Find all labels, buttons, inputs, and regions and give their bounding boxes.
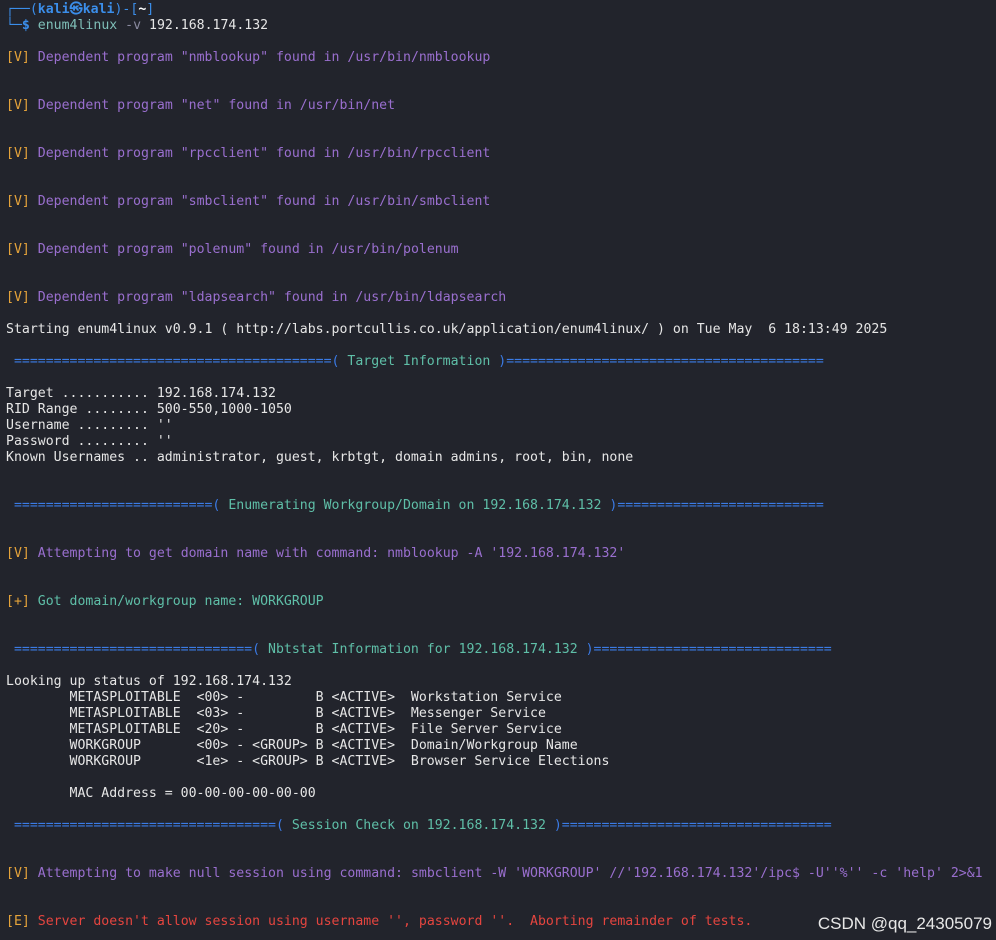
target-info-line: Target ........... 192.168.174.132 — [6, 386, 276, 401]
starting-line: Starting enum4linux v0.9.1 ( http://labs… — [6, 322, 888, 337]
error-line: [E] Server doesn't allow session using u… — [6, 914, 752, 930]
nbtstat-line: METASPLOITABLE <00> - B <ACTIVE> Worksta… — [6, 690, 562, 705]
target-info-line: RID Range ........ 500-550,1000-1050 — [6, 402, 292, 417]
section-header-workgroup: =========================( Enumerating W… — [6, 498, 824, 514]
verbose-text: Attempting to make null session using co… — [37, 866, 983, 881]
command-flag: -v — [125, 18, 142, 33]
prompt-corner-bottom: └─ — [6, 18, 22, 33]
section-bar-right: )=======================================… — [490, 354, 824, 369]
verbose-tag: [V] — [6, 194, 30, 209]
verbose-line: [V] Attempting to make null session usin… — [6, 866, 983, 882]
section-header-session: =================================( Sessi… — [6, 818, 832, 834]
section-header-target: ========================================… — [6, 354, 824, 370]
target-info-line: Known Usernames .. administrator, guest,… — [6, 450, 634, 465]
verbose-tag: [V] — [6, 290, 30, 305]
verbose-text: Dependent program "polenum" found in /us… — [37, 242, 459, 257]
prompt-host: kali — [82, 2, 115, 17]
skull-icon: ㉿ — [69, 2, 83, 17]
prompt-dollar: $ — [21, 18, 30, 33]
verbose-text: Dependent program "smbclient" found in /… — [37, 194, 491, 209]
prompt-user: kali — [37, 2, 70, 17]
verbose-tag: [V] — [6, 146, 30, 161]
dependent-line: [V] Dependent program "ldapsearch" found… — [6, 290, 506, 306]
nbtstat-line: Looking up status of 192.168.174.132 — [6, 674, 292, 689]
watermark: CSDN @qq_24305079 — [817, 914, 992, 933]
prompt-corner-top: ┌──( — [6, 2, 38, 17]
dependent-line: [V] Dependent program "net" found in /us… — [6, 98, 395, 114]
verbose-line: [V] Attempting to get domain name with c… — [6, 546, 625, 562]
verbose-tag: [V] — [6, 50, 30, 65]
verbose-text: Dependent program "rpcclient" found in /… — [37, 146, 491, 161]
section-title: Enumerating Workgroup/Domain on 192.168.… — [228, 498, 602, 513]
command-argument: 192.168.174.132 — [149, 18, 269, 33]
verbose-text: Dependent program "ldapsearch" found in … — [37, 290, 507, 305]
dependent-line: [V] Dependent program "smbclient" found … — [6, 194, 490, 210]
target-info-line: Password ......... '' — [6, 434, 173, 449]
section-bar-right: )========================== — [601, 498, 824, 513]
verbose-text: Dependent program "net" found in /usr/bi… — [37, 98, 396, 113]
section-title: Session Check on 192.168.174.132 — [291, 818, 546, 833]
success-text: Got domain/workgroup name: WORKGROUP — [37, 594, 324, 609]
nbtstat-line: WORKGROUP <1e> - <GROUP> B <ACTIVE> Brow… — [6, 754, 610, 769]
success-line: [+] Got domain/workgroup name: WORKGROUP — [6, 594, 324, 610]
target-info-line: Username ......... '' — [6, 418, 173, 433]
verbose-tag: [V] — [6, 866, 30, 881]
error-tag: [E] — [6, 914, 30, 929]
verbose-tag: [V] — [6, 546, 30, 561]
prompt-bracket: )-[ — [114, 2, 139, 17]
verbose-tag: [V] — [6, 98, 30, 113]
prompt-header: ┌──(kali㉿kali)-[~] — [6, 2, 154, 18]
prompt-bracket-close: ] — [146, 2, 155, 17]
command-name: enum4linux — [37, 18, 118, 33]
nbtstat-line: WORKGROUP <00> - <GROUP> B <ACTIVE> Doma… — [6, 738, 578, 753]
section-bar-left: =========================( — [6, 498, 229, 513]
nbtstat-line: METASPLOITABLE <03> - B <ACTIVE> Messeng… — [6, 706, 546, 721]
command-line[interactable]: └─$ enum4linux -v 192.168.174.132 — [6, 18, 268, 34]
nbtstat-line: METASPLOITABLE <20> - B <ACTIVE> File Se… — [6, 722, 562, 737]
dependent-line: [V] Dependent program "rpcclient" found … — [6, 146, 490, 162]
section-bar-right: )============================== — [577, 642, 832, 657]
dependent-line: [V] Dependent program "nmblookup" found … — [6, 50, 490, 66]
verbose-text: Attempting to get domain name with comma… — [37, 546, 626, 561]
dependent-line: [V] Dependent program "polenum" found in… — [6, 242, 459, 258]
section-bar-left: =================================( — [6, 818, 292, 833]
section-bar-left: ==============================( — [6, 642, 269, 657]
section-header-nbtstat: ==============================( Nbtstat … — [6, 642, 832, 658]
section-title: Target Information — [347, 354, 491, 369]
section-bar-left: ========================================… — [6, 354, 348, 369]
success-tag: [+] — [6, 594, 30, 609]
error-text: Server doesn't allow session using usern… — [37, 914, 753, 929]
verbose-tag: [V] — [6, 242, 30, 257]
nbtstat-mac-line: MAC Address = 00-00-00-00-00-00 — [6, 786, 316, 801]
verbose-text: Dependent program "nmblookup" found in /… — [37, 50, 491, 65]
section-title: Nbtstat Information for 192.168.174.132 — [268, 642, 578, 657]
section-bar-right: )================================== — [545, 818, 832, 833]
